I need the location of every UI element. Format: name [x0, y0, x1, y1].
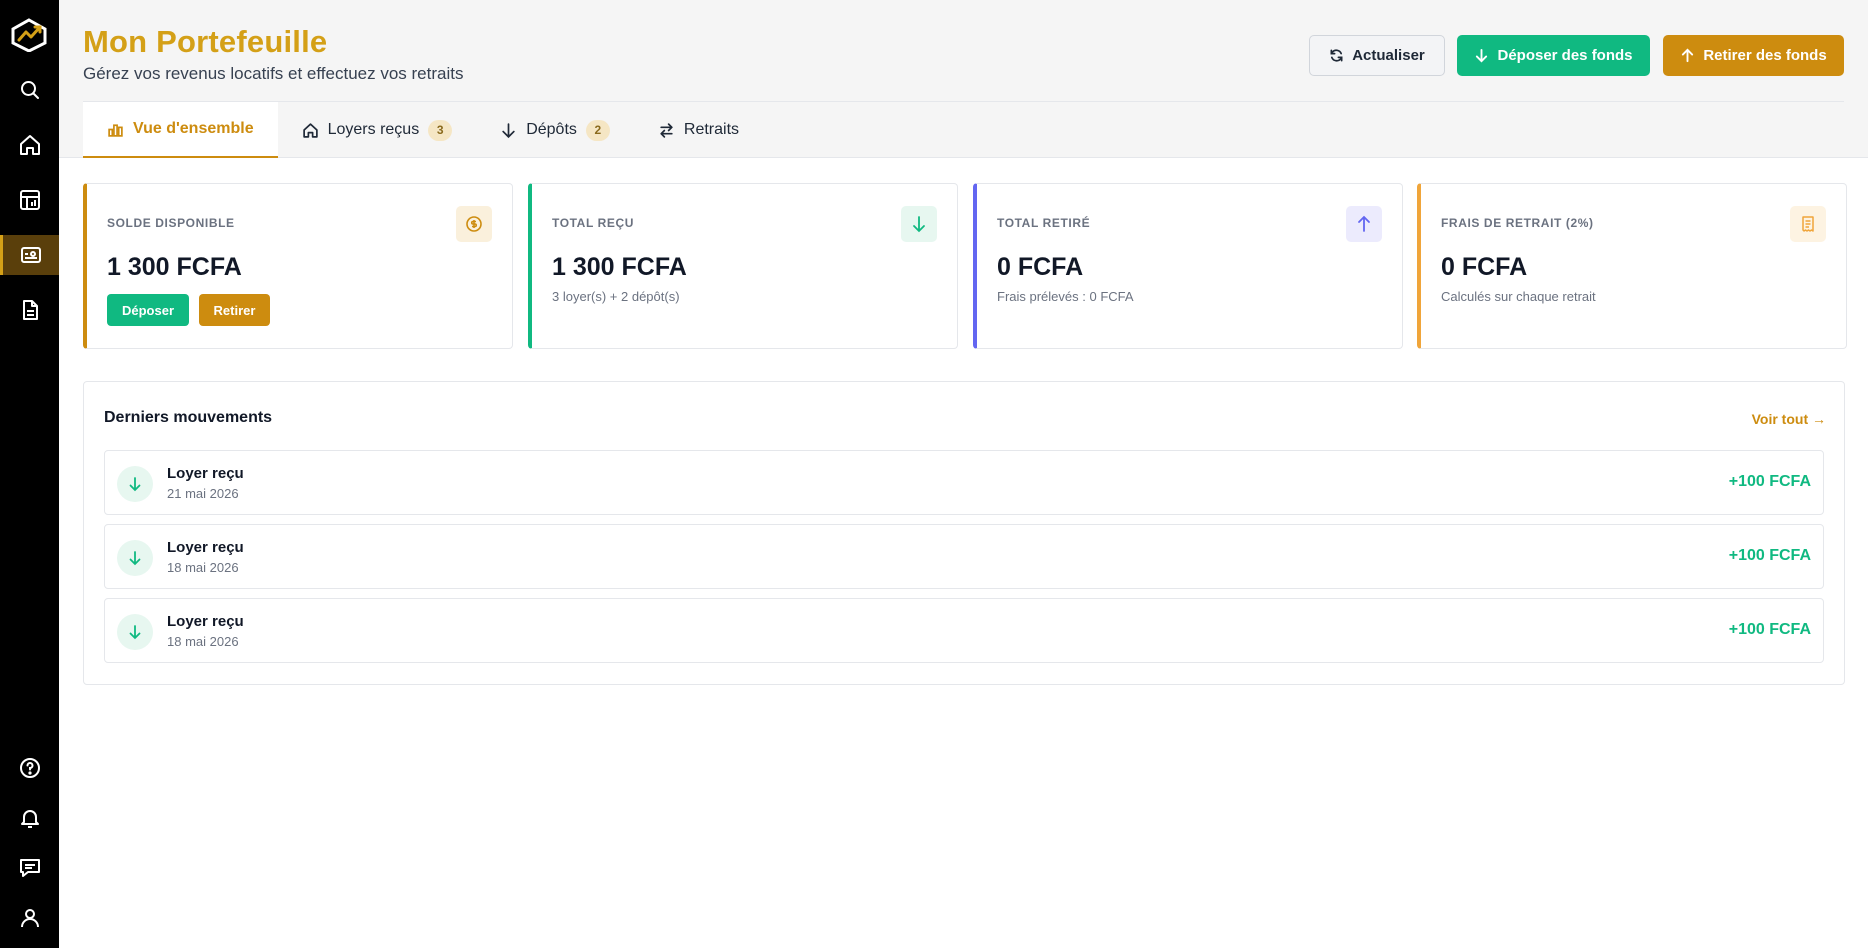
swap-arrows-icon [660, 122, 673, 138]
arrow-up-icon [1682, 48, 1694, 63]
tab-deposits[interactable]: Dépôts 2 [476, 102, 634, 158]
tab-rents-received-count: 3 [428, 119, 453, 141]
refresh-label: Actualiser [1352, 47, 1425, 64]
sidebar-item-properties[interactable] [0, 180, 59, 220]
movement-icon-box [117, 540, 153, 576]
movement-amount: +100 FCFA [1728, 547, 1811, 564]
movement-name: Loyer reçu [167, 465, 244, 482]
page-header: Mon Portefeuille Gérez vos revenus locat… [59, 0, 1868, 158]
tab-overview-label: Vue d'ensemble [133, 120, 254, 137]
stat-label: TOTAL REÇU [552, 216, 635, 230]
tab-overview[interactable]: Vue d'ensemble [83, 102, 278, 158]
deposit-funds-label: Déposer des fonds [1497, 47, 1633, 64]
page-title: Mon Portefeuille [83, 24, 328, 59]
movement-date: 21 mai 2026 [167, 486, 239, 501]
tab-deposits-count: 2 [585, 119, 610, 141]
arrow-up-icon [1358, 215, 1370, 232]
movement-icon-box [117, 614, 153, 650]
bar-chart-icon [108, 123, 123, 137]
arrow-down-icon [129, 477, 141, 492]
tab-rents-received[interactable]: Loyers reçus 3 [278, 102, 477, 158]
withdraw-funds-button[interactable]: Retirer des fonds [1663, 35, 1844, 76]
stat-card-withdrawal-fees: FRAIS DE RETRAIT (2%) 0 FCFA Calculés su… [1417, 183, 1847, 349]
stat-note: 3 loyer(s) + 2 dépôt(s) [552, 289, 680, 304]
stat-icon-box [1346, 206, 1382, 242]
stat-value: 1 300 FCFA [107, 253, 242, 281]
home-icon [19, 135, 40, 155]
tab-withdrawals[interactable]: Retraits [634, 102, 763, 158]
stat-value: 0 FCFA [1441, 253, 1528, 281]
movement-row[interactable]: Loyer reçu 21 mai 2026 +100 FCFA [104, 450, 1824, 515]
stat-label: FRAIS DE RETRAIT (2%) [1441, 216, 1594, 230]
stat-icon-box [456, 206, 492, 242]
search-icon [20, 81, 39, 99]
arrow-down-icon [1476, 48, 1488, 63]
stat-label: SOLDE DISPONIBLE [107, 216, 235, 230]
tab-withdrawals-label: Retraits [683, 121, 740, 138]
stat-icon-box [901, 206, 937, 242]
movement-amount: +100 FCFA [1728, 621, 1811, 638]
recent-movements-title: Derniers mouvements [104, 409, 273, 426]
deposit-button[interactable]: Déposer [107, 294, 189, 326]
movement-row[interactable]: Loyer reçu 18 mai 2026 +100 FCFA [104, 598, 1824, 663]
movement-amount: +100 FCFA [1728, 473, 1811, 490]
app-logo[interactable] [10, 18, 48, 53]
sidebar-item-search[interactable] [0, 70, 59, 110]
sidebar-item-help[interactable] [0, 748, 59, 788]
chat-icon [19, 859, 40, 877]
movement-date: 18 mai 2026 [167, 560, 239, 575]
movement-name: Loyer reçu [167, 539, 244, 556]
wallet-app: Mon Portefeuille Gérez vos revenus locat… [0, 0, 1868, 948]
wallet-icon [21, 247, 41, 263]
movement-row[interactable]: Loyer reçu 18 mai 2026 +100 FCFA [104, 524, 1824, 589]
sidebar-item-home[interactable] [0, 125, 59, 165]
arrow-down-icon [913, 216, 925, 233]
movement-icon-box [117, 466, 153, 502]
home-icon [302, 122, 318, 138]
movement-name: Loyer reçu [167, 613, 244, 630]
stat-value: 1 300 FCFA [552, 253, 687, 281]
arrow-down-icon [129, 551, 141, 566]
see-all-link[interactable]: Voir tout → [1752, 411, 1826, 427]
refresh-button[interactable]: Actualiser [1309, 35, 1445, 76]
tab-deposits-label: Dépôts [526, 121, 577, 138]
page-subtitle: Gérez vos revenus locatifs et effectuez … [83, 64, 464, 83]
help-icon [19, 758, 40, 778]
movement-date: 18 mai 2026 [167, 634, 239, 649]
user-icon [20, 909, 39, 928]
withdraw-funds-label: Retirer des fonds [1703, 47, 1827, 64]
deposit-funds-button[interactable]: Déposer des fonds [1457, 35, 1650, 76]
sidebar-item-wallet[interactable] [0, 235, 59, 275]
sidebar-item-documents[interactable] [0, 290, 59, 330]
stat-value: 0 FCFA [997, 253, 1084, 281]
arrow-down-icon [129, 625, 141, 640]
receipt-icon [1802, 216, 1814, 232]
sidebar [0, 0, 59, 948]
stat-icon-box [1790, 206, 1826, 242]
recent-movements-panel: Derniers mouvements Voir tout → Loyer re… [83, 381, 1845, 685]
refresh-icon [1330, 49, 1343, 62]
coin-icon [466, 216, 482, 232]
sidebar-item-messages[interactable] [0, 848, 59, 888]
stat-card-balance: SOLDE DISPONIBLE 1 300 FCFA Déposer Reti… [83, 183, 513, 349]
stat-label: TOTAL RETIRÉ [997, 216, 1091, 230]
bell-icon [20, 810, 39, 828]
arrow-down-icon [502, 122, 515, 138]
withdraw-button[interactable]: Retirer [199, 294, 270, 326]
tab-bar: Vue d'ensemble Loyers reçus 3 Dépôts 2 R… [83, 102, 763, 158]
building-chart-icon [19, 190, 40, 210]
tab-rents-received-label: Loyers reçus [327, 121, 420, 138]
stat-note: Frais prélevés : 0 FCFA [997, 289, 1134, 304]
sidebar-item-profile[interactable] [0, 898, 59, 938]
stat-card-total-withdrawn: TOTAL RETIRÉ 0 FCFA Frais prélevés : 0 F… [973, 183, 1403, 349]
sidebar-item-notifications[interactable] [0, 798, 59, 838]
document-icon [22, 300, 38, 320]
stat-card-total-received: TOTAL REÇU 1 300 FCFA 3 loyer(s) + 2 dép… [528, 183, 958, 349]
stat-note: Calculés sur chaque retrait [1441, 289, 1596, 304]
